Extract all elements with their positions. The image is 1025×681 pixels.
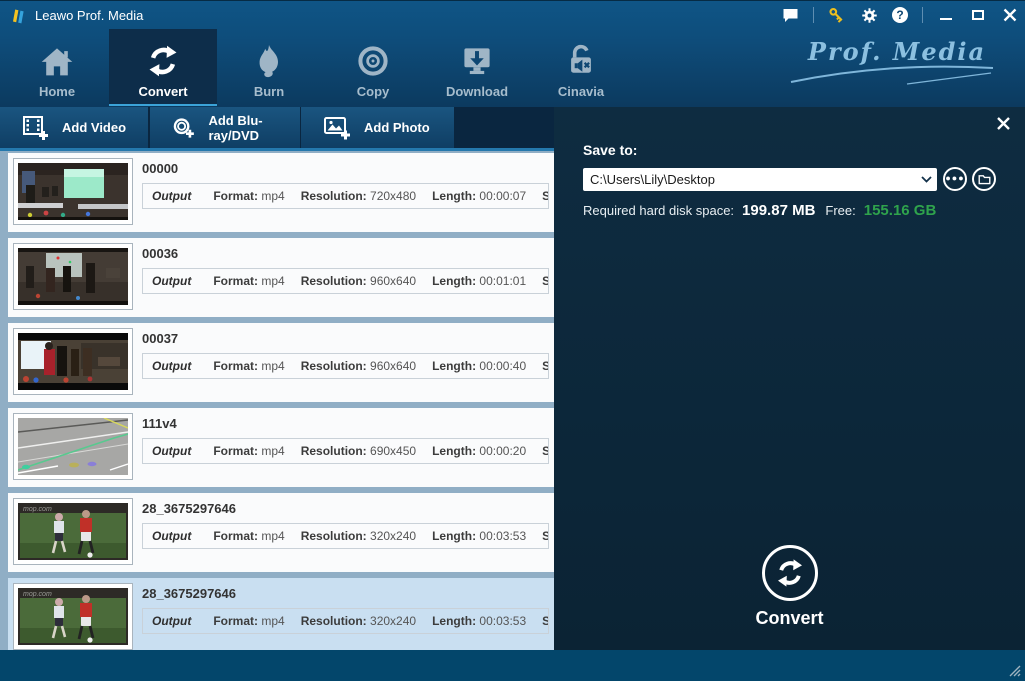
video-thumbnail (13, 243, 133, 310)
add-video-button[interactable]: Add Video (0, 107, 148, 148)
copy-disc-icon (355, 40, 391, 82)
film-plus-icon (22, 115, 50, 141)
tab-copy[interactable]: Copy (321, 29, 425, 106)
video-file-list[interactable]: 00000 Output Format: mp4 Resolution: 720… (0, 151, 554, 650)
panel-close-icon[interactable] (996, 116, 1014, 134)
home-icon (39, 40, 75, 82)
settings-gear-icon[interactable] (860, 6, 878, 24)
video-title: 111v4 (142, 416, 549, 431)
video-title: 00037 (142, 331, 549, 346)
video-meta: Output Format: mp4 Resolution: 960x640 L… (142, 268, 549, 294)
output-settings-panel: Save to: C:\Users\Lily\Desktop ●●● Requi… (554, 107, 1025, 650)
tab-home[interactable]: Home (5, 29, 109, 106)
video-thumbnail (13, 413, 133, 480)
tab-burn[interactable]: Burn (217, 29, 321, 106)
video-meta: Output Format: mp4 Resolution: 320x240 L… (142, 523, 549, 549)
disc-plus-icon (172, 115, 196, 141)
status-bar (0, 650, 1025, 681)
maximize-button[interactable] (969, 6, 987, 24)
free-space-label: Free: (825, 203, 855, 218)
photo-plus-icon (323, 115, 352, 141)
feedback-chat-icon[interactable] (781, 6, 799, 24)
minimize-button[interactable] (937, 6, 955, 24)
required-space-label: Required hard disk space: (583, 203, 734, 218)
free-space-value: 155.16 GB (864, 202, 937, 219)
tab-cinavia[interactable]: Cinavia (529, 29, 633, 106)
video-title: 00036 (142, 246, 549, 261)
video-list-item[interactable]: mop.com 28_3675297646 Output Format: mp4… (8, 578, 554, 650)
save-path-combobox[interactable]: C:\Users\Lily\Desktop (583, 168, 937, 191)
ellipsis-icon: ●●● (945, 173, 964, 183)
save-path-value: C:\Users\Lily\Desktop (583, 172, 915, 187)
video-thumbnail: mop.com (13, 498, 133, 565)
leawo-logo-icon (10, 7, 27, 24)
svg-text:mop.com: mop.com (23, 591, 52, 598)
video-meta: Output Format: mp4 Resolution: 320x240 L… (142, 608, 549, 634)
titlebar: Leawo Prof. Media (0, 1, 1025, 29)
browse-folder-button[interactable]: ●●● (943, 167, 967, 191)
app-window: Leawo Prof. Media (0, 0, 1025, 681)
brand-swoosh (787, 64, 997, 86)
titlebar-separator (813, 7, 814, 23)
main-nav: Home Convert (5, 29, 633, 106)
chevron-down-icon (915, 176, 937, 183)
save-to-label: Save to: (583, 142, 637, 158)
help-icon[interactable]: ? (892, 7, 908, 23)
convert-button[interactable]: Convert (554, 545, 1025, 629)
video-meta: Output Format: mp4 Resolution: 960x640 L… (142, 353, 549, 379)
tab-convert[interactable]: Convert (109, 29, 217, 106)
video-meta: Output Format: mp4 Resolution: 690x450 L… (142, 438, 549, 464)
cinavia-lock-icon (563, 40, 599, 82)
video-meta: Output Format: mp4 Resolution: 720x480 L… (142, 183, 549, 209)
video-title: 28_3675297646 (142, 501, 549, 516)
register-key-icon[interactable] (828, 6, 846, 24)
video-thumbnail (13, 158, 133, 225)
video-list-item[interactable]: 00037 Output Format: mp4 Resolution: 960… (8, 323, 554, 402)
top-banner: Leawo Prof. Media (0, 0, 1025, 107)
video-title: 00000 (142, 161, 549, 176)
toolbar: Add Video Add Blu-ray/DVD Add Photo (0, 107, 554, 148)
video-title: 28_3675297646 (142, 586, 549, 601)
close-button[interactable] (1001, 6, 1019, 24)
convert-circle-icon (762, 545, 818, 601)
download-icon (459, 40, 495, 82)
add-photo-button[interactable]: Add Photo (300, 107, 454, 148)
svg-text:mop.com: mop.com (23, 506, 52, 513)
video-list-item[interactable]: 00036 Output Format: mp4 Resolution: 960… (8, 238, 554, 317)
video-thumbnail (13, 328, 133, 395)
window-title: Leawo Prof. Media (35, 8, 143, 23)
burn-flame-icon (253, 40, 285, 82)
brand-script: Prof. Media (787, 37, 1007, 86)
video-list-item[interactable]: 111v4 Output Format: mp4 Resolution: 690… (8, 408, 554, 487)
convert-button-label: Convert (755, 608, 823, 629)
video-list-item[interactable]: mop.com 28_3675297646 Output Format: mp4… (8, 493, 554, 572)
titlebar-separator (922, 7, 923, 23)
video-thumbnail: mop.com (13, 583, 133, 650)
convert-sync-icon (145, 40, 181, 82)
folder-icon (978, 174, 991, 185)
resize-grip[interactable] (1007, 663, 1022, 678)
brand-script-text: Prof. Media (808, 37, 986, 66)
tab-download[interactable]: Download (425, 29, 529, 106)
required-space-value: 199.87 MB (742, 202, 815, 219)
disk-space-line: Required hard disk space: 199.87 MB Free… (583, 202, 936, 219)
add-bluray-dvd-button[interactable]: Add Blu-ray/DVD (150, 107, 300, 148)
open-folder-button[interactable] (972, 167, 996, 191)
video-list-item[interactable]: 00000 Output Format: mp4 Resolution: 720… (8, 153, 554, 232)
